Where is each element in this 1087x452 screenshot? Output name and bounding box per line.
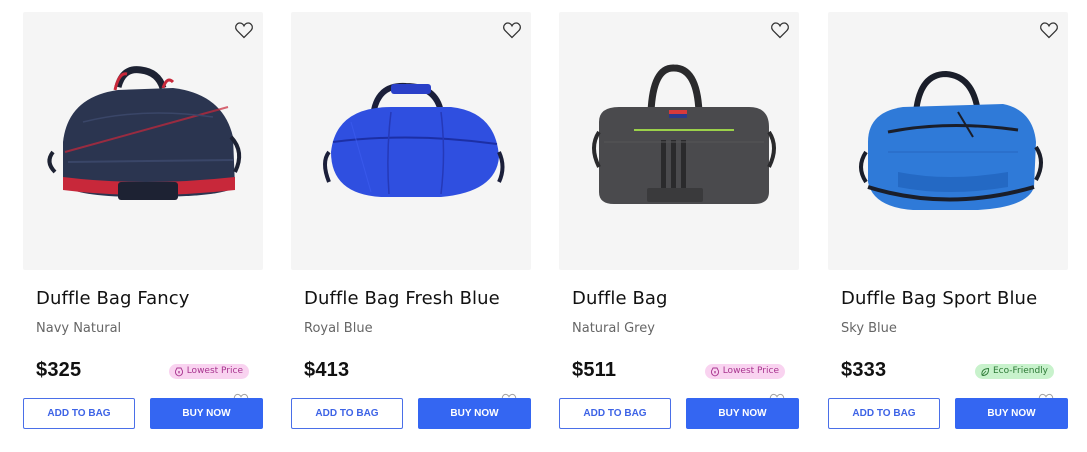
product-title[interactable]: Duffle Bag [572,288,668,309]
product-variant: Natural Grey [572,321,655,336]
leaf-icon [981,367,989,376]
add-to-bag-button[interactable]: ADD TO BAG [291,398,403,429]
product-price: $413 [304,359,350,381]
add-to-bag-button[interactable]: ADD TO BAG [559,398,671,429]
product-price: $325 [36,359,82,381]
product-card[interactable]: Duffle Bag Fresh Blue Royal Blue $413 AD… [291,12,531,442]
product-title[interactable]: Duffle Bag Sport Blue [841,288,1037,309]
lowest-price-badge: Lowest Price [704,364,785,379]
product-price: $511 [572,359,617,381]
product-card[interactable]: Duffle Bag Fancy Navy Natural $325 Lowes… [23,12,263,442]
duffle-bag-royal-blue-image [323,82,505,197]
buy-now-button[interactable]: BUY NOW [686,398,799,429]
heart-icon[interactable] [502,20,522,40]
badge-label: Eco-Friendly [992,366,1048,376]
badge-label: Lowest Price [722,366,779,376]
buy-now-button[interactable]: BUY NOW [150,398,263,429]
heart-icon[interactable] [770,20,790,40]
add-to-bag-button[interactable]: ADD TO BAG [828,398,940,429]
price-tag-icon [710,367,719,376]
lowest-price-badge: Lowest Price [168,364,249,379]
heart-icon[interactable] [234,20,254,40]
product-image[interactable] [559,12,799,270]
product-variant: Royal Blue [304,321,373,336]
product-card[interactable]: Duffle Bag Natural Grey $511 Lowest Pric… [559,12,799,442]
duffle-bag-sky-blue-image [859,70,1043,210]
add-to-bag-button[interactable]: ADD TO BAG [23,398,135,429]
product-card[interactable]: Duffle Bag Sport Blue Sky Blue $333 Eco-… [828,12,1068,442]
duffle-bag-navy-image [47,66,242,200]
eco-friendly-badge: Eco-Friendly [974,364,1054,379]
product-image[interactable] [828,12,1068,270]
product-price: $333 [841,359,887,381]
heart-icon[interactable] [1039,20,1059,40]
buy-now-button[interactable]: BUY NOW [418,398,531,429]
product-variant: Navy Natural [36,321,122,336]
product-title[interactable]: Duffle Bag Fresh Blue [304,288,500,309]
product-title[interactable]: Duffle Bag Fancy [36,288,190,309]
product-image[interactable] [291,12,531,270]
duffle-bag-grey-image [592,64,776,204]
product-variant: Sky Blue [841,321,897,336]
badge-label: Lowest Price [186,366,243,376]
product-grid: Duffle Bag Fancy Navy Natural $325 Lowes… [0,0,1087,452]
product-image[interactable] [23,12,263,270]
buy-now-button[interactable]: BUY NOW [955,398,1068,429]
price-tag-icon [174,367,183,376]
